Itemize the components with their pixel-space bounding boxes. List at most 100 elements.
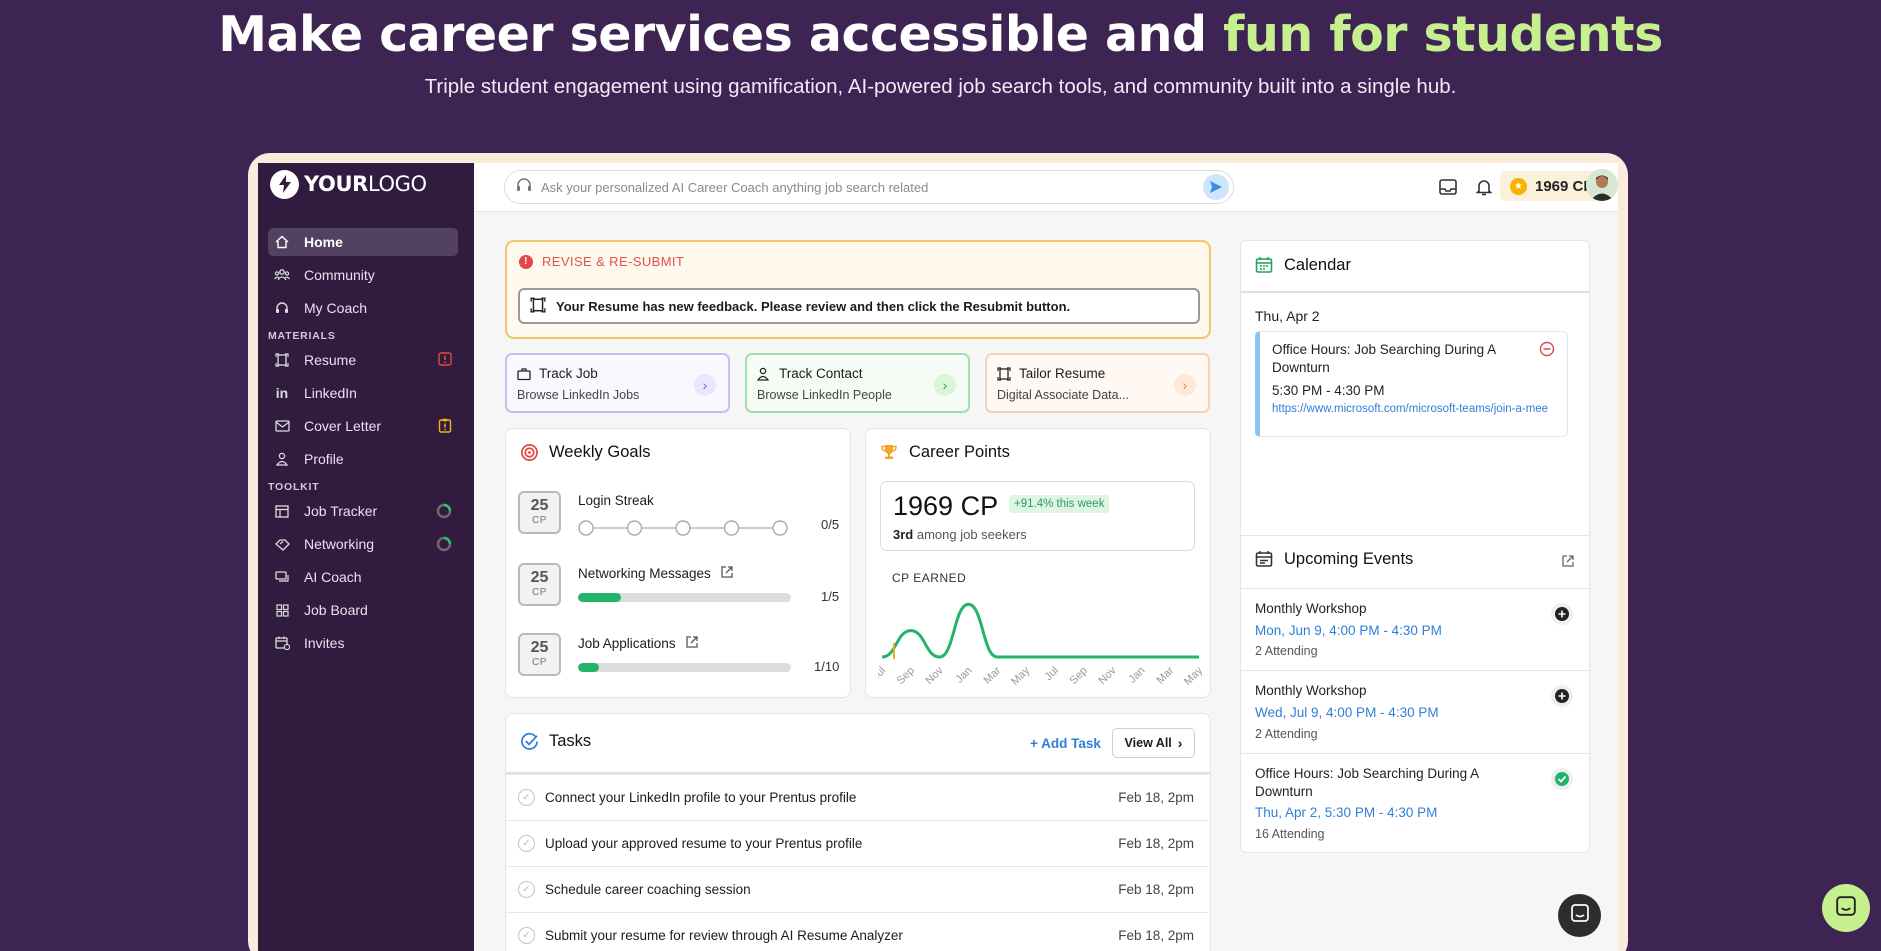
sidebar-item-my-coach[interactable]: My Coach [268, 294, 458, 322]
external-link-icon[interactable] [720, 565, 734, 582]
alert-message-box[interactable]: Your Resume has new feedback. Please rev… [518, 288, 1200, 324]
quick-action-title: Tailor Resume [1019, 366, 1106, 381]
remove-event-icon[interactable] [1539, 341, 1555, 362]
sidebar-item-job-board[interactable]: Job Board [268, 596, 458, 624]
sidebar-item-cover-letter[interactable]: Cover Letter [268, 412, 458, 440]
add-task-button[interactable]: + Add Task [1030, 736, 1101, 751]
career-points-title: Career Points [880, 443, 1010, 462]
external-link-icon[interactable] [1561, 554, 1575, 573]
chevron-right-icon: › [934, 374, 956, 396]
sidebar-item-ai-coach[interactable]: AI Coach [268, 563, 458, 591]
tailor-resume-card[interactable]: Tailor Resume Digital Associate Data... … [985, 353, 1210, 413]
calendar-title: Calendar [1255, 256, 1351, 275]
event-item[interactable]: Monthly Workshop Mon, Jun 9, 4:00 PM - 4… [1241, 588, 1591, 670]
quick-action-subtitle: Digital Associate Data... [997, 388, 1130, 402]
avatar[interactable] [1586, 169, 1618, 201]
add-event-icon[interactable] [1551, 685, 1573, 707]
quick-action-title: Track Contact [779, 366, 863, 381]
quick-action-subtitle: Browse LinkedIn People [757, 388, 892, 402]
x-tick-label: May [1182, 664, 1203, 688]
table-icon [274, 503, 290, 519]
coach-search [504, 170, 1234, 204]
toolkit-header: TOOLKIT [268, 481, 320, 493]
points-total: 1969 CP [893, 491, 999, 521]
quick-action-title: Track Job [539, 366, 598, 381]
coach-search-input[interactable] [541, 179, 1203, 195]
goal-job-applications[interactable]: 25 CP Job Applications 1/10 [518, 633, 839, 683]
event-item[interactable]: Office Hours: Job Searching During A Dow… [1241, 753, 1591, 853]
sidebar-item-resume[interactable]: Resume [268, 346, 458, 374]
linkedin-icon: in [275, 385, 289, 401]
task-checkbox-icon[interactable]: ✓ [518, 834, 535, 852]
chevron-right-icon: › [1174, 374, 1196, 396]
quick-action-subtitle: Browse LinkedIn Jobs [517, 388, 640, 402]
cp-reward-box: 25 CP [518, 563, 561, 606]
headset-icon [515, 176, 533, 199]
sidebar-item-label: Home [304, 234, 343, 250]
materials-header: MATERIALS [268, 330, 336, 342]
revise-alert: ! REVISE & RE-SUBMIT Your Resume has new… [505, 240, 1211, 339]
progress-fill [578, 663, 600, 672]
joined-check-icon[interactable] [1551, 768, 1573, 790]
logo-bold: YOUR [304, 172, 368, 196]
weekly-goals-card: Weekly Goals 25 CP Login Streak 0/5 25 CP … [505, 428, 851, 698]
x-tick-label: Nov [923, 664, 946, 687]
handshake-icon [274, 536, 290, 552]
bell-icon[interactable] [1474, 177, 1494, 197]
track-contact-card[interactable]: Track Contact Browse LinkedIn People › [745, 353, 970, 413]
chat-launcher-button[interactable] [1558, 894, 1601, 937]
send-icon[interactable] [1203, 174, 1229, 200]
task-checkbox-icon[interactable]: ✓ [518, 880, 535, 898]
user-icon [274, 451, 290, 467]
sidebar-item-profile[interactable]: Profile [268, 445, 458, 473]
task-row[interactable]: ✓ Submit your resume for review through A… [506, 912, 1208, 951]
sidebar-item-community[interactable]: Community [268, 261, 458, 289]
goal-login-streak[interactable]: 25 CP Login Streak 0/5 [518, 491, 839, 541]
sidebar-item-linkedin[interactable]: in LinkedIn [268, 379, 458, 407]
inbox-icon[interactable] [1438, 177, 1458, 197]
goal-value: 0/5 [821, 517, 840, 532]
sidebar-item-invites[interactable]: Invites [268, 629, 458, 657]
goal-value: 1/5 [821, 589, 840, 604]
task-row[interactable]: ✓ Connect your LinkedIn profile to your P… [506, 774, 1208, 819]
support-chat-button[interactable] [1822, 884, 1870, 932]
calendar-event-title: Office Hours: Job Searching During A Dow… [1272, 342, 1496, 375]
external-link-icon[interactable] [685, 635, 699, 652]
bolt-icon [270, 169, 299, 199]
calendar-event-time: 5:30 PM - 4:30 PM [1272, 383, 1385, 398]
star-coin-icon: ★ [1510, 177, 1527, 195]
view-all-button[interactable]: View All › [1112, 728, 1195, 758]
topbar: ★ 1969 CP [474, 163, 1618, 212]
calendar-event-link[interactable]: https://www.microsoft.com/microsoft-team… [1272, 403, 1562, 415]
logo-text: YOURLOGO [304, 172, 427, 196]
event-item[interactable]: Monthly Workshop Wed, Jul 9, 4:00 PM - 4… [1241, 670, 1591, 752]
goal-name: Job Applications [578, 635, 699, 652]
sidebar-item-job-tracker[interactable]: Job Tracker [268, 497, 458, 525]
calendar-event[interactable]: Office Hours: Job Searching During A Dow… [1255, 331, 1568, 437]
sidebar-item-label: My Coach [304, 300, 368, 316]
x-tick-label: Sep [1068, 665, 1090, 687]
task-checkbox-icon[interactable]: ✓ [518, 926, 535, 944]
hero-title-accent: fun for students [1223, 6, 1663, 63]
sidebar-item-home[interactable]: Home [268, 228, 458, 256]
trophy-icon [880, 443, 899, 462]
points-summary: 1969 CP +91.4% this week 3rd among job s… [880, 481, 1195, 551]
calendar-plus-icon [274, 635, 290, 651]
task-checkbox-icon[interactable]: ✓ [518, 788, 535, 806]
task-row[interactable]: ✓ Schedule career coaching session Feb 18,… [506, 866, 1208, 911]
user-icon [756, 367, 771, 381]
x-tick-label: May [1009, 664, 1033, 688]
task-row[interactable]: ✓ Upload your approved resume to your Pre… [506, 820, 1208, 865]
sidebar-item-label: Job Tracker [304, 503, 378, 519]
progress-ring-icon [436, 536, 452, 555]
pending-badge-icon [438, 418, 452, 436]
goal-networking-messages[interactable]: 25 CP Networking Messages 1/5 [518, 563, 839, 613]
cp-reward-box: 25 CP [518, 633, 561, 676]
track-job-card[interactable]: Track Job Browse LinkedIn Jobs › [505, 353, 730, 413]
points-change-badge: +91.4% this week [1009, 495, 1110, 513]
add-event-icon[interactable] [1551, 603, 1573, 625]
sidebar-item-networking[interactable]: Networking [268, 530, 458, 558]
check-circle-icon [520, 732, 539, 751]
sidebar-item-label: Resume [304, 352, 357, 368]
logo[interactable]: YOURLOGO [270, 168, 427, 200]
